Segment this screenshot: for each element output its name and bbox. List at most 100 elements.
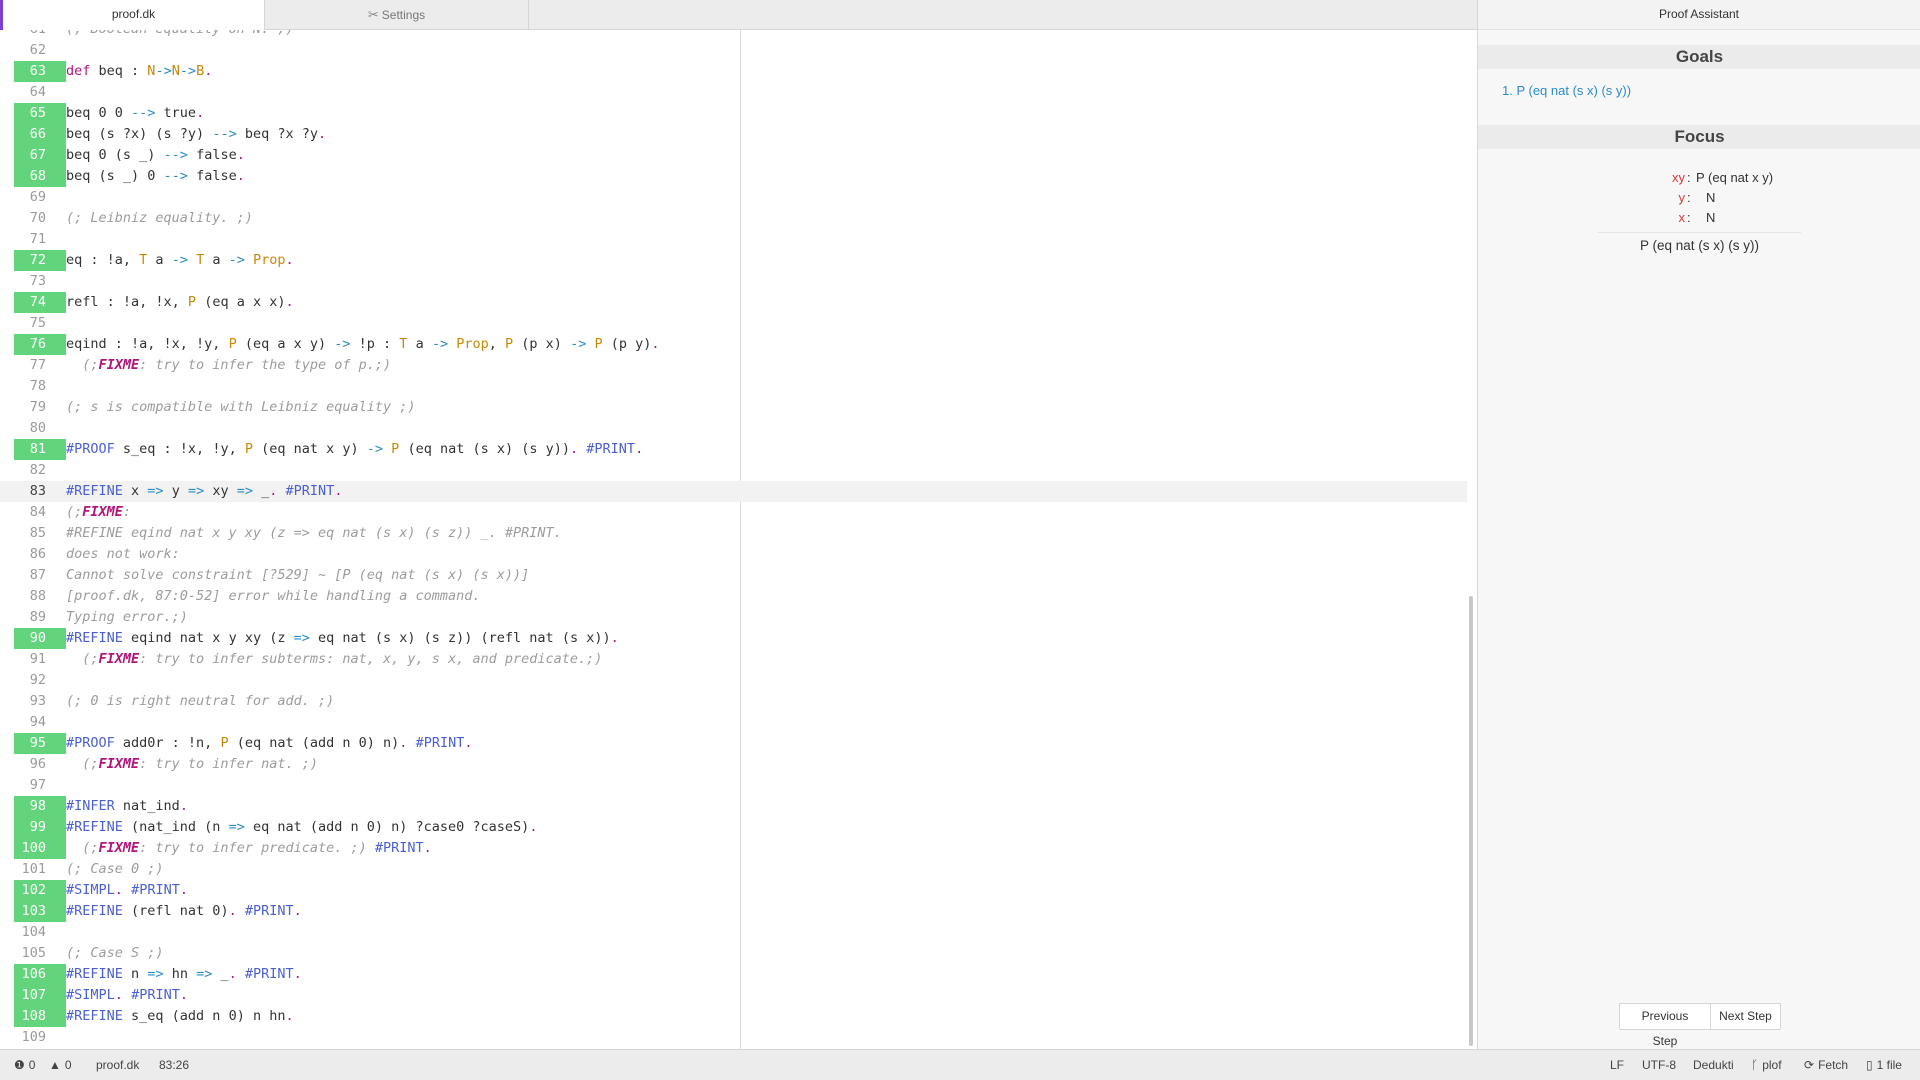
code-line[interactable]: 82 — [0, 460, 1467, 481]
line-number[interactable]: 92 — [14, 670, 66, 691]
code-line[interactable]: 93 (; 0 is right neutral for add. ;) — [0, 691, 1467, 712]
line-number[interactable]: 90 — [14, 628, 66, 649]
error-count[interactable]: ❶0 — [14, 1050, 35, 1080]
cursor-position[interactable]: 83:26 — [159, 1050, 189, 1080]
line-ending[interactable]: LF — [1610, 1050, 1624, 1080]
code-line[interactable]: 75 — [0, 313, 1467, 334]
line-number[interactable]: 108 — [14, 1006, 66, 1027]
line-number[interactable]: 79 — [14, 397, 66, 418]
code-line[interactable]: 71 — [0, 229, 1467, 250]
line-number[interactable]: 64 — [14, 82, 66, 103]
file-encoding[interactable]: UTF-8 — [1642, 1050, 1676, 1080]
grammar-selector[interactable]: Dedukti — [1693, 1050, 1734, 1080]
line-number[interactable]: 81 — [14, 439, 66, 460]
line-number[interactable]: 70 — [14, 208, 66, 229]
code-line[interactable]: 109 — [0, 1027, 1467, 1048]
code-line[interactable]: 96 (;FIXME: try to infer nat. ;) — [0, 754, 1467, 775]
line-number[interactable]: 87 — [14, 565, 66, 586]
code-line[interactable]: 72 eq : !a, T a -> T a -> Prop. — [0, 250, 1467, 271]
code-line[interactable]: 77 (;FIXME: try to infer the type of p.;… — [0, 355, 1467, 376]
code-line[interactable]: 74 refl : !a, !x, P (eq a x x). — [0, 292, 1467, 313]
line-number[interactable]: 85 — [14, 523, 66, 544]
line-number[interactable]: 82 — [14, 460, 66, 481]
line-number[interactable]: 104 — [14, 922, 66, 943]
code-line[interactable]: 80 — [0, 418, 1467, 439]
line-number[interactable]: 94 — [14, 712, 66, 733]
code-line[interactable]: 63 def beq : N->N->B. — [0, 61, 1467, 82]
code-line[interactable]: 70 (; Leibniz equality. ;) — [0, 208, 1467, 229]
tab-proof-dk[interactable]: proof.dk — [0, 0, 265, 31]
line-number[interactable]: 95 — [14, 733, 66, 754]
code-line[interactable]: 85 #REFINE eqind nat x y xy (z => eq nat … — [0, 523, 1467, 544]
code-line[interactable]: 95 #PROOF add0r : !n, P (eq nat (add n 0)… — [0, 733, 1467, 754]
line-number[interactable]: 96 — [14, 754, 66, 775]
code-line[interactable]: 98 #INFER nat_ind. — [0, 796, 1467, 817]
code-line[interactable]: 66 beq (s ?x) (s ?y) --> beq ?x ?y. — [0, 124, 1467, 145]
code-line[interactable]: 107 #SIMPL. #PRINT. — [0, 985, 1467, 1006]
line-number[interactable]: 78 — [14, 376, 66, 397]
line-number[interactable]: 106 — [14, 964, 66, 985]
line-number[interactable]: 97 — [14, 775, 66, 796]
code-line[interactable]: 73 — [0, 271, 1467, 292]
code-line[interactable]: 100 (;FIXME: try to infer predicate. ;) … — [0, 838, 1467, 859]
code-line[interactable]: 78 — [0, 376, 1467, 397]
line-number[interactable]: 100 — [14, 838, 66, 859]
line-number[interactable]: 76 — [14, 334, 66, 355]
previous-step-button[interactable]: Previous Step — [1619, 1003, 1711, 1048]
line-number[interactable]: 107 — [14, 985, 66, 1006]
code-line[interactable]: 67 beq 0 (s _) --> false. — [0, 145, 1467, 166]
line-number[interactable]: 83 — [14, 481, 66, 502]
code-line[interactable]: 76 eqind : !a, !x, !y, P (eq a x y) -> !p… — [0, 334, 1467, 355]
line-number[interactable]: 72 — [14, 250, 66, 271]
line-number[interactable]: 74 — [14, 292, 66, 313]
line-number[interactable]: 68 — [14, 166, 66, 187]
line-number[interactable]: 101 — [14, 859, 66, 880]
code-line[interactable]: 62 — [0, 40, 1467, 61]
line-number[interactable]: 84 — [14, 502, 66, 523]
code-line[interactable]: 108 #REFINE s_eq (add n 0) n hn. — [0, 1006, 1467, 1027]
code-line[interactable]: 94 — [0, 712, 1467, 733]
tab-settings[interactable]: ✂ Settings — [265, 0, 529, 30]
line-number[interactable]: 109 — [14, 1027, 66, 1048]
line-number[interactable]: 62 — [14, 40, 66, 61]
line-number[interactable]: 103 — [14, 901, 66, 922]
git-fetch-button[interactable]: ⟳ Fetch — [1804, 1050, 1848, 1080]
line-number[interactable]: 77 — [14, 355, 66, 376]
code-line[interactable]: 65 beq 0 0 --> true. — [0, 103, 1467, 124]
line-number[interactable]: 88 — [14, 586, 66, 607]
code-line[interactable]: 91 (;FIXME: try to infer subterms: nat, … — [0, 649, 1467, 670]
line-number[interactable]: 102 — [14, 880, 66, 901]
code-editor[interactable]: 61(; Boolean equality on N. ;)6263def be… — [0, 30, 1477, 1049]
code-line[interactable]: 81 #PROOF s_eq : !x, !y, P (eq nat x y) -… — [0, 439, 1467, 460]
code-line[interactable]: 106 #REFINE n => hn => _. #PRINT. — [0, 964, 1467, 985]
line-number[interactable]: 98 — [14, 796, 66, 817]
line-number[interactable]: 69 — [14, 187, 66, 208]
code-line[interactable]: 87 Cannot solve constraint [?529] ~ [P (e… — [0, 565, 1467, 586]
line-number[interactable]: 66 — [14, 124, 66, 145]
code-line[interactable]: 102 #SIMPL. #PRINT. — [0, 880, 1467, 901]
code-line[interactable]: 90 #REFINE eqind nat x y xy (z => eq nat … — [0, 628, 1467, 649]
code-line[interactable]: 84 (;FIXME: — [0, 502, 1467, 523]
line-number[interactable]: 99 — [14, 817, 66, 838]
line-number[interactable]: 65 — [14, 103, 66, 124]
code-line[interactable]: 89 Typing error.;) — [0, 607, 1467, 628]
git-files[interactable]: ▯ 1 file — [1866, 1050, 1902, 1080]
code-line[interactable]: 103 #REFINE (refl nat 0). #PRINT. — [0, 901, 1467, 922]
code-line[interactable]: 69 — [0, 187, 1467, 208]
goal-item[interactable]: 1. P (eq nat (s x) (s y)) — [1502, 83, 1631, 98]
code-line[interactable]: 83 #REFINE x => y => xy => _. #PRINT. — [0, 481, 1467, 502]
status-file-name[interactable]: proof.dk — [96, 1050, 139, 1080]
code-line[interactable]: 99 #REFINE (nat_ind (n => eq nat (add n 0… — [0, 817, 1467, 838]
line-number[interactable]: 93 — [14, 691, 66, 712]
line-number[interactable]: 71 — [14, 229, 66, 250]
line-number[interactable]: 75 — [14, 313, 66, 334]
code-line[interactable]: 88 [proof.dk, 87:0-52] error while handli… — [0, 586, 1467, 607]
line-number[interactable]: 73 — [14, 271, 66, 292]
next-step-button[interactable]: Next Step — [1710, 1003, 1781, 1030]
git-branch[interactable]: ᚴ plof — [1751, 1050, 1782, 1080]
warning-count[interactable]: ▲ 0 — [49, 1050, 72, 1080]
code-line[interactable]: 64 — [0, 82, 1467, 103]
line-number[interactable]: 86 — [14, 544, 66, 565]
line-number[interactable]: 61 — [14, 30, 66, 40]
editor-scrollbar[interactable] — [1469, 596, 1473, 1046]
